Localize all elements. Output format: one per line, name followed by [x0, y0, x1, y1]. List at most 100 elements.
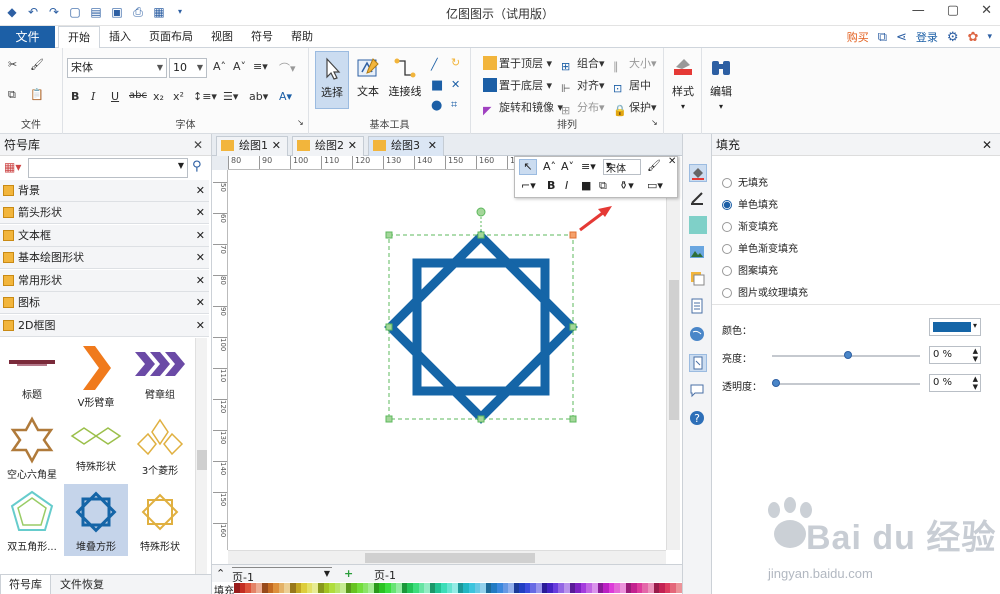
- underline-icon[interactable]: U: [111, 90, 119, 103]
- slider-knob[interactable]: [844, 351, 852, 359]
- fill-color-icon[interactable]: ⚱▾: [619, 179, 634, 192]
- help-icon[interactable]: ?: [689, 410, 707, 428]
- strikethrough-icon[interactable]: abc: [129, 90, 147, 101]
- minimize-icon[interactable]: —: [912, 3, 925, 18]
- scroll-thumb[interactable]: [669, 280, 679, 420]
- radio-picture-texture-fill[interactable]: 图片或纹理填充: [722, 284, 808, 299]
- close-icon[interactable]: ✕: [982, 138, 992, 152]
- shape-double-pentagon[interactable]: 双五角形...: [0, 484, 64, 556]
- library-item-basic-shapes[interactable]: 基本绘图形状 ✕: [0, 247, 209, 269]
- paste-icon[interactable]: 📋: [30, 88, 44, 101]
- radio-button[interactable]: [722, 244, 732, 254]
- bring-to-front-button[interactable]: 置于顶层 ▾: [483, 55, 552, 71]
- library-item-2d-block[interactable]: 2D框图 ✕: [0, 315, 209, 337]
- superscript-icon[interactable]: x²: [173, 90, 184, 103]
- arc-icon[interactable]: ↻: [451, 56, 460, 69]
- canvas-horizontal-scrollbar[interactable]: [228, 550, 666, 564]
- tab-home[interactable]: 开始: [58, 26, 100, 49]
- tab-symbol-library[interactable]: 符号库: [0, 575, 51, 594]
- close-icon[interactable]: ✕: [196, 180, 205, 202]
- italic-icon[interactable]: I: [91, 90, 95, 103]
- tab-insert[interactable]: 插入: [100, 26, 140, 49]
- align-icon[interactable]: ≡▾: [581, 160, 596, 173]
- edit-button[interactable]: 编辑 ▾: [704, 51, 738, 112]
- buy-link[interactable]: 购买: [847, 29, 869, 45]
- canvas-vertical-scrollbar[interactable]: [666, 156, 680, 550]
- radio-single-gradient-fill[interactable]: 单色渐变填充: [722, 240, 798, 255]
- help-chevron-icon[interactable]: ▾: [987, 32, 992, 42]
- transparency-input[interactable]: 0 % ▲ ▼: [929, 374, 981, 392]
- shape-stacked-squares[interactable]: 堆叠方形: [64, 484, 128, 556]
- grow-font-icon[interactable]: A˄: [213, 60, 226, 73]
- close-icon[interactable]: ✕: [196, 225, 205, 247]
- library-item-textbox[interactable]: 文本框 ✕: [0, 225, 209, 247]
- duplicate-icon[interactable]: ⧉: [599, 179, 607, 193]
- close-icon[interactable]: ✕: [196, 292, 205, 314]
- shape-special-1[interactable]: 特殊形状: [64, 412, 128, 484]
- close-icon[interactable]: ✕: [668, 156, 676, 167]
- library-item-arrows[interactable]: 箭头形状 ✕: [0, 202, 209, 224]
- stacked-squares-shape[interactable]: [384, 230, 578, 424]
- library-item-background[interactable]: 背景 ✕: [0, 180, 209, 202]
- shape-icon[interactable]: ⌒▾: [279, 60, 296, 76]
- radio-button[interactable]: [722, 178, 732, 188]
- tab-help[interactable]: 帮助: [282, 26, 322, 49]
- library-item-icons[interactable]: 图标 ✕: [0, 292, 209, 314]
- shape-title[interactable]: 标题: [0, 340, 64, 412]
- shape-three-diamonds[interactable]: 3个菱形: [128, 412, 192, 484]
- radio-no-fill[interactable]: 无填充: [722, 174, 768, 189]
- transparency-slider[interactable]: [772, 379, 920, 387]
- spinner-icon[interactable]: ▲ ▼: [973, 375, 978, 391]
- rotation-handle[interactable]: [476, 207, 486, 217]
- style-button[interactable]: 样式 ▾: [666, 51, 700, 112]
- radio-solid-fill[interactable]: 单色填充: [722, 196, 778, 211]
- rectangle-icon[interactable]: ■: [431, 78, 443, 93]
- library-item-common-shapes[interactable]: 常用形状 ✕: [0, 270, 209, 292]
- close-icon[interactable]: ✕: [981, 3, 992, 18]
- globe-icon[interactable]: [689, 326, 707, 344]
- doc-tab-3[interactable]: 绘图3 ✕: [368, 136, 444, 156]
- tab-symbol[interactable]: 符号: [242, 26, 282, 49]
- resize-handle[interactable]: [569, 323, 577, 331]
- image-tool-icon[interactable]: [689, 244, 707, 262]
- drawing-canvas[interactable]: [228, 170, 668, 550]
- text-tool-button[interactable]: 文本: [351, 51, 385, 99]
- resize-handle[interactable]: [477, 415, 485, 423]
- font-size-select[interactable]: 10 ▼: [169, 58, 207, 78]
- color-swatch[interactable]: [675, 583, 682, 593]
- grow-font-icon[interactable]: A˄: [543, 160, 556, 173]
- size-button[interactable]: ∥ 大小▾: [613, 55, 657, 74]
- group-button[interactable]: ⊞ 组合▾: [561, 55, 605, 74]
- tab-file-recovery[interactable]: 文件恢复: [52, 575, 112, 594]
- radio-pattern-fill[interactable]: 图案填充: [722, 262, 778, 277]
- close-icon[interactable]: ✕: [348, 137, 357, 155]
- maximize-icon[interactable]: ▢: [947, 3, 959, 18]
- resize-handle[interactable]: [385, 323, 393, 331]
- brush-icon[interactable]: 🖌: [647, 159, 661, 172]
- slider-knob[interactable]: [772, 379, 780, 387]
- font-family-select[interactable]: 宋体 ▼: [67, 58, 167, 78]
- resize-handle[interactable]: [477, 231, 485, 239]
- doc-tab-1[interactable]: 绘图1 ✕: [216, 136, 288, 156]
- connector-tool-button[interactable]: 连接线: [385, 51, 425, 99]
- line-icon[interactable]: ╱: [431, 58, 438, 71]
- scroll-thumb[interactable]: [365, 553, 535, 563]
- library-search-input[interactable]: ▼: [28, 158, 188, 178]
- document-tool-icon[interactable]: [689, 298, 707, 316]
- subscript-icon[interactable]: x₂: [153, 90, 164, 103]
- fill-tool-icon[interactable]: [689, 164, 707, 182]
- format-painter-icon[interactable]: 🖌: [30, 58, 44, 71]
- line-style-icon[interactable]: ▭▾: [647, 179, 663, 192]
- page-select[interactable]: 页-1 ▼: [232, 567, 332, 584]
- radio-gradient-fill[interactable]: 渐变填充: [722, 218, 778, 233]
- align-icon[interactable]: ≡▾: [253, 60, 268, 73]
- align-button[interactable]: ⊩ 对齐▾: [561, 77, 605, 96]
- shrink-font-icon[interactable]: A˅: [561, 160, 574, 173]
- shape-special-2[interactable]: 特殊形状: [128, 484, 192, 556]
- send-to-back-button[interactable]: 置于底层 ▾: [483, 77, 552, 93]
- add-page-icon[interactable]: +: [344, 567, 353, 580]
- crop-icon[interactable]: ⌗: [451, 98, 457, 112]
- center-button[interactable]: ⊡ 居中: [613, 77, 651, 96]
- chevron-up-icon[interactable]: ⌃: [216, 567, 225, 580]
- bold-icon[interactable]: B: [547, 179, 555, 192]
